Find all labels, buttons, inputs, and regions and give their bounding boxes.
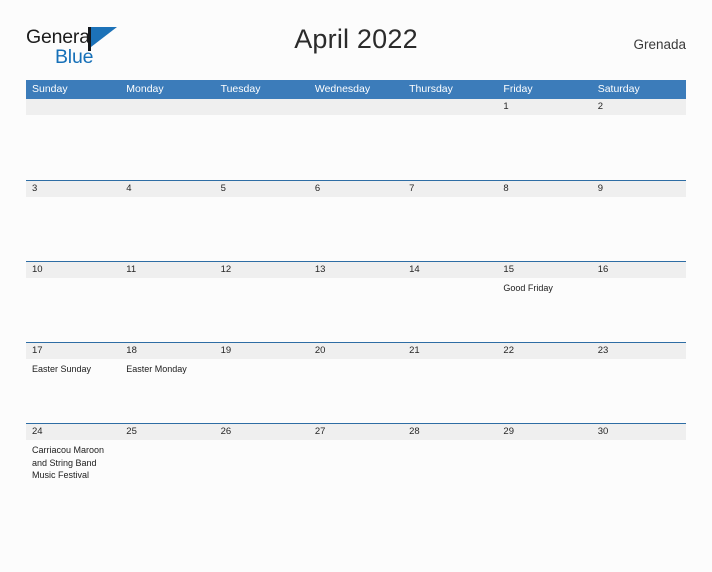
day-cell-empty — [308, 99, 404, 180]
weekday-header-monday: Monday — [126, 83, 164, 95]
day-cell-13[interactable]: 13 — [308, 262, 404, 342]
day-cell-empty — [214, 99, 309, 180]
weekday-header-friday: Friday — [503, 83, 533, 95]
event-label: Good Friday — [503, 283, 553, 293]
day-number: 17 — [26, 343, 121, 359]
day-events: Carriacou Maroon and String Band Music F… — [26, 440, 120, 482]
day-cell-5[interactable]: 5 — [214, 181, 309, 261]
day-number: 22 — [497, 343, 592, 359]
day-cell-12[interactable]: 12 — [214, 262, 309, 342]
day-number — [214, 99, 309, 115]
day-number: 12 — [214, 262, 309, 278]
day-number: 27 — [308, 424, 404, 440]
page-title: April 2022 — [294, 24, 418, 54]
day-number: 19 — [214, 343, 309, 359]
day-cell-9[interactable]: 9 — [591, 181, 686, 261]
day-number: 24 — [26, 424, 121, 440]
event-label: Easter Sunday — [32, 364, 92, 374]
day-number: 16 — [591, 262, 686, 278]
day-cell-28[interactable]: 28 — [403, 424, 498, 504]
day-cell-29[interactable]: 29 — [497, 424, 592, 504]
day-events: Easter Sunday — [26, 359, 120, 376]
day-number: 6 — [308, 181, 404, 197]
weekday-header-row: Sunday Monday Tuesday Wednesday Thursday Frid… — [26, 80, 686, 99]
weekday-header-wednesday: Wednesday — [314, 83, 371, 95]
weekday-header-tuesday: Tuesday — [220, 83, 261, 95]
calendar-week-row: 24 Carriacou Maroon and String Band Music… — [26, 423, 686, 504]
day-number: 8 — [497, 181, 592, 197]
day-cell-21[interactable]: 21 — [403, 343, 498, 423]
day-number — [120, 99, 215, 115]
day-cell-25[interactable]: 25 — [120, 424, 215, 504]
day-number — [308, 99, 404, 115]
calendar-week-row: 10 11 12 13 14 15 Good Friday 16 — [26, 261, 686, 342]
day-number: 4 — [120, 181, 215, 197]
day-cell-15[interactable]: 15 Good Friday — [497, 262, 592, 342]
calendar-weeks: 1 2 3 4 5 6 7 8 9 10 11 12 13 14 15 Good Friday 16 17 East… — [26, 99, 686, 504]
day-cell-27[interactable]: 27 — [308, 424, 404, 504]
day-number: 23 — [591, 343, 686, 359]
day-cell-20[interactable]: 20 — [308, 343, 404, 423]
calendar-week-row: 3456789 — [26, 180, 686, 261]
day-cell-2[interactable]: 2 — [591, 99, 686, 180]
calendar-week-row: 17 Easter Sunday 18 Easter Monday 19 20 21 22 23 — [26, 342, 686, 423]
day-number: 26 — [214, 424, 309, 440]
day-cell-18[interactable]: 18 Easter Monday — [120, 343, 215, 423]
day-cell-empty — [403, 99, 498, 180]
day-number: 28 — [403, 424, 498, 440]
day-events: Good Friday — [497, 278, 591, 295]
day-number: 18 — [120, 343, 215, 359]
day-number — [403, 99, 498, 115]
day-number: 14 — [403, 262, 498, 278]
day-cell-empty — [26, 99, 121, 180]
day-cell-23[interactable]: 23 — [591, 343, 686, 423]
day-number: 29 — [497, 424, 592, 440]
day-number: 15 — [497, 262, 592, 278]
day-cell-8[interactable]: 8 — [497, 181, 592, 261]
day-number: 25 — [120, 424, 215, 440]
day-cell-17[interactable]: 17 Easter Sunday — [26, 343, 121, 423]
day-cell-30[interactable]: 30 — [591, 424, 686, 504]
event-label: Carriacou Maroon and String Band Music F… — [32, 445, 105, 481]
day-number: 10 — [26, 262, 121, 278]
day-cell-3[interactable]: 3 — [26, 181, 121, 261]
day-number: 1 — [497, 99, 592, 115]
day-number — [26, 99, 121, 115]
day-cell-16[interactable]: 16 — [591, 262, 686, 342]
day-number: 5 — [214, 181, 309, 197]
calendar-grid: Sunday Monday Tuesday Wednesday Thursday Frid… — [26, 80, 686, 504]
day-number: 2 — [591, 99, 686, 115]
day-number: 21 — [403, 343, 498, 359]
day-cell-11[interactable]: 11 — [120, 262, 215, 342]
day-number: 13 — [308, 262, 404, 278]
day-number: 30 — [591, 424, 686, 440]
day-cell-10[interactable]: 10 — [26, 262, 121, 342]
day-number: 7 — [403, 181, 498, 197]
day-number: 3 — [26, 181, 121, 197]
day-events: Easter Monday — [120, 359, 214, 376]
weekday-header-thursday: Thursday — [409, 83, 453, 95]
day-number: 20 — [308, 343, 404, 359]
calendar-week-row: 12 — [26, 99, 686, 180]
calendar-location: Grenada — [633, 37, 686, 52]
day-cell-24[interactable]: 24 Carriacou Maroon and String Band Music… — [26, 424, 121, 504]
day-cell-4[interactable]: 4 — [120, 181, 215, 261]
day-cell-26[interactable]: 26 — [214, 424, 309, 504]
day-cell-1[interactable]: 1 — [497, 99, 592, 180]
weekday-header-saturday: Saturday — [597, 83, 640, 95]
page-header: General Blue April 2022 Grenada — [26, 22, 686, 76]
day-cell-22[interactable]: 22 — [497, 343, 592, 423]
day-cell-6[interactable]: 6 — [308, 181, 404, 261]
weekday-header-sunday: Sunday — [32, 83, 68, 95]
day-cell-19[interactable]: 19 — [214, 343, 309, 423]
event-label: Easter Monday — [126, 364, 187, 374]
day-number: 11 — [120, 262, 215, 278]
day-cell-7[interactable]: 7 — [403, 181, 498, 261]
day-cell-14[interactable]: 14 — [403, 262, 498, 342]
day-number: 9 — [591, 181, 686, 197]
day-cell-empty — [120, 99, 215, 180]
